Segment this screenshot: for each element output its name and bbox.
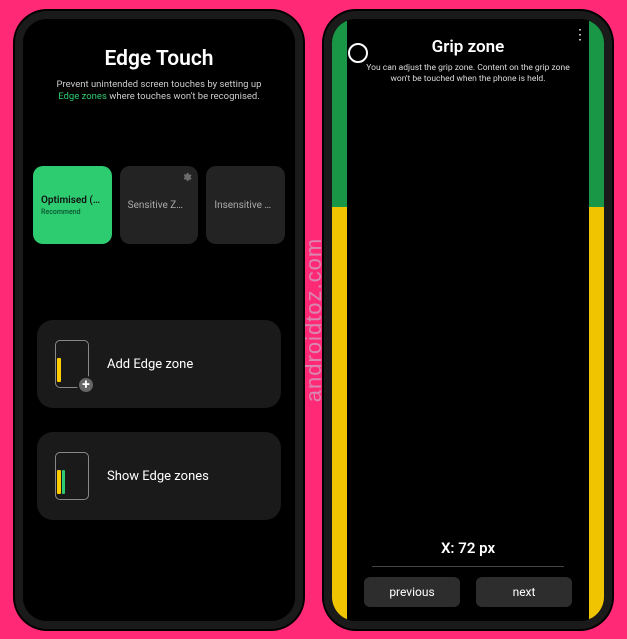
previous-button[interactable]: previous: [364, 577, 460, 607]
screen-edge-touch: Edge Touch Prevent unintended screen tou…: [23, 19, 295, 621]
add-zone-icon: +: [55, 340, 89, 388]
grip-zone-left-bottom[interactable]: [332, 207, 347, 621]
page-description: Prevent unintended screen touches by set…: [45, 79, 273, 105]
grip-zone-left-top: [332, 19, 347, 207]
more-icon[interactable]: ⋮: [573, 27, 586, 43]
grip-zone-right-top: [589, 19, 604, 207]
mode-insensitive[interactable]: Insensitive …: [206, 166, 285, 244]
plus-icon: +: [77, 376, 95, 394]
phone-left-edge-touch: Edge Touch Prevent unintended screen tou…: [15, 11, 303, 629]
screen-grip-zone: ⋮ Grip zone You can adjust the grip zone…: [332, 19, 604, 621]
page-title: Grip zone: [332, 37, 604, 57]
watermark: androidtoz.com: [301, 237, 327, 401]
gear-icon: [182, 172, 192, 182]
drag-handle-icon[interactable]: [348, 43, 368, 63]
mode-optimised[interactable]: Optimised (… Recommend: [33, 166, 112, 244]
nav-buttons: previous next: [332, 577, 604, 607]
grip-zone-right-bottom[interactable]: [589, 207, 604, 621]
page-description: You can adjust the grip zone. Content on…: [362, 63, 574, 85]
page-title: Edge Touch: [23, 47, 295, 71]
x-value-label: X: 72 px: [332, 539, 604, 557]
add-edge-zone-button[interactable]: + Add Edge zone: [37, 320, 281, 408]
show-edge-zones-button[interactable]: Show Edge zones: [37, 432, 281, 520]
next-button[interactable]: next: [476, 577, 572, 607]
mode-sensitive[interactable]: Sensitive Z…: [120, 166, 199, 244]
mode-selector: Optimised (… Recommend Sensitive Z… Inse…: [33, 166, 285, 244]
show-zones-icon: [55, 452, 89, 500]
phone-right-grip-zone: ⋮ Grip zone You can adjust the grip zone…: [324, 11, 612, 629]
separator: [372, 566, 564, 567]
